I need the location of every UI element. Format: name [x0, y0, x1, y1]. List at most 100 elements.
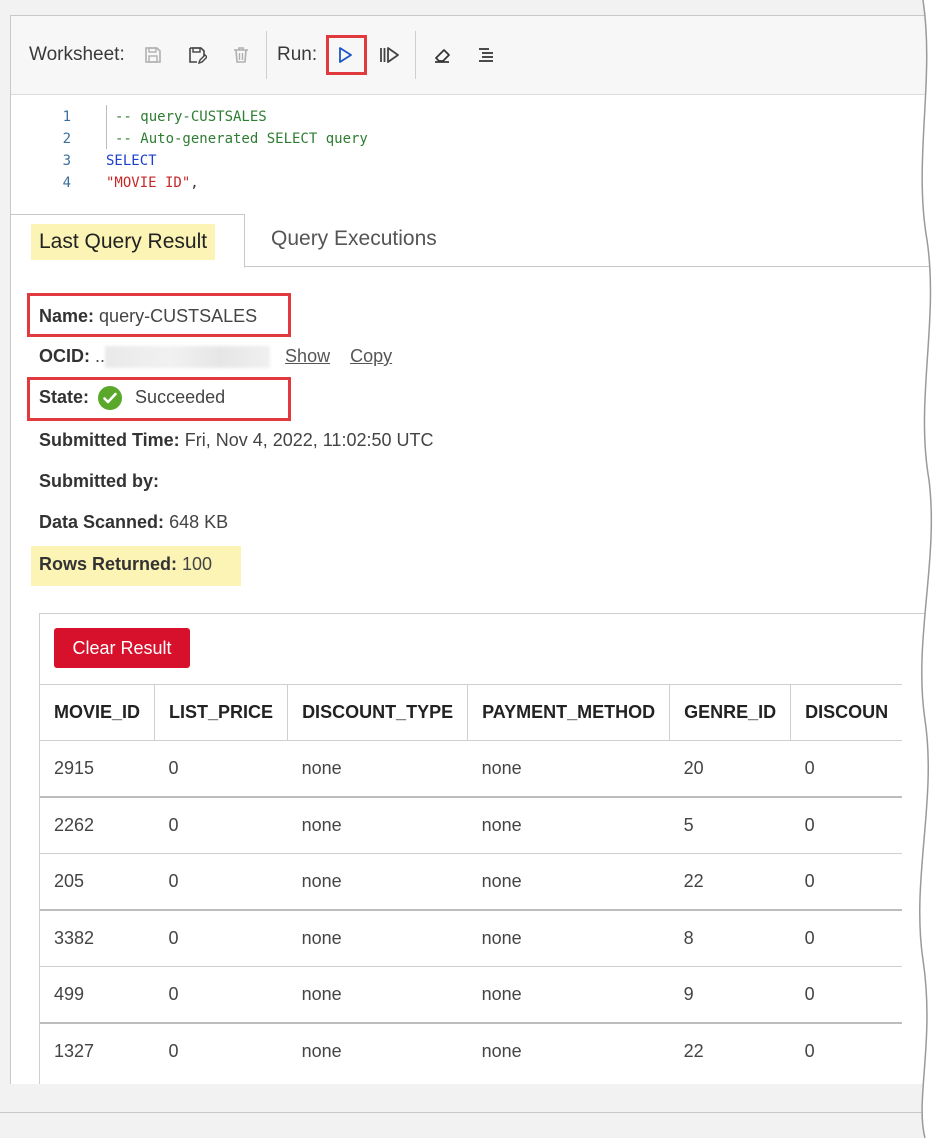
code-string: "MOVIE ID"	[106, 175, 191, 191]
line-number: 1	[62, 109, 71, 125]
tab-query-executions[interactable]: Query Executions	[271, 227, 437, 251]
detail-ocid: OCID: .. Show Copy	[39, 346, 392, 369]
table-cell: none	[287, 909, 468, 967]
detail-label: OCID:	[39, 346, 90, 366]
run-label: Run:	[277, 44, 318, 65]
table-cell: 0	[154, 966, 288, 1023]
detail-value: Fri, Nov 4, 2022, 11:02:50 UTC	[184, 430, 434, 450]
detail-label: State:	[39, 386, 90, 407]
worksheet-toolbar: Worksheet: Run:	[11, 16, 940, 95]
table-row: 205 0 none none 22 0	[40, 853, 903, 910]
table-row: 3382 0 none none 8 0	[40, 909, 903, 967]
table-row: 2262 0 none none 5 0	[40, 796, 903, 854]
table-cell: 0	[790, 966, 903, 1023]
toolbar-divider	[266, 31, 267, 79]
copy-ocid-link[interactable]: Copy	[350, 346, 392, 366]
result-tabs: Last Query Result Query Executions	[11, 214, 940, 268]
toolbar-divider	[415, 31, 416, 79]
table-cell: none	[467, 740, 670, 797]
page-divider	[0, 1112, 940, 1113]
detail-data-scanned: Data Scanned: 648 KB	[39, 512, 228, 533]
table-cell: 0	[154, 909, 288, 967]
clear-editor-icon[interactable]	[429, 42, 455, 68]
sql-editor[interactable]: 1 -- query-CUSTSALES 2 -- Auto-generated…	[11, 95, 940, 207]
table-cell: 3382	[40, 909, 155, 967]
result-panel: Clear Result MOVIE_ID LIST_PRICE DISCOUN…	[39, 613, 940, 1084]
detail-label: Data Scanned:	[39, 512, 165, 532]
table-row: 2915 0 none none 20 0	[40, 740, 903, 797]
run-icon[interactable]	[332, 42, 358, 68]
table-cell: 22	[669, 853, 791, 910]
format-icon[interactable]	[473, 42, 499, 68]
code-text: -- Auto-generated SELECT query	[115, 131, 368, 147]
table-cell: none	[467, 1022, 670, 1079]
torn-edge-decoration	[919, 0, 940, 1138]
table-cell: 0	[154, 796, 288, 854]
tab-label: Last Query Result	[31, 224, 216, 260]
table-cell: 0	[790, 740, 903, 797]
table-cell: 0	[154, 1022, 288, 1079]
delete-icon[interactable]	[228, 42, 254, 68]
detail-state: State: Succeeded	[39, 386, 225, 410]
table-cell: 0	[790, 909, 903, 967]
table-row: 499 0 none none 9 0	[40, 966, 903, 1023]
line-number: 2	[62, 131, 71, 147]
table-cell: none	[287, 966, 468, 1023]
column-header[interactable]: DISCOUN	[790, 684, 903, 741]
save-as-icon[interactable]	[184, 42, 210, 68]
code-text: "MOVIE ID",	[106, 175, 199, 191]
table-cell: 2915	[40, 740, 155, 797]
line-number: 3	[62, 153, 71, 169]
column-header[interactable]: LIST_PRICE	[154, 684, 289, 741]
table-header-row: MOVIE_ID LIST_PRICE DISCOUNT_TYPE PAYMEN…	[40, 684, 903, 741]
table-cell: none	[467, 909, 670, 967]
detail-label: Name:	[39, 306, 95, 326]
editor-indent-guide	[106, 105, 107, 149]
table-cell: 0	[790, 853, 903, 910]
table-cell: 1327	[40, 1022, 155, 1079]
detail-label: Submitted Time:	[39, 430, 180, 450]
column-header[interactable]: PAYMENT_METHOD	[467, 684, 671, 741]
clear-result-button[interactable]: Clear Result	[54, 628, 190, 668]
tab-last-query-result[interactable]: Last Query Result	[11, 214, 245, 268]
table-cell: none	[467, 853, 670, 910]
table-cell: 5	[669, 796, 791, 854]
detail-name: Name: query-CUSTSALES	[39, 306, 257, 327]
table-cell: 205	[40, 853, 155, 910]
table-cell: none	[287, 853, 468, 910]
code-punctuation: ,	[190, 175, 199, 191]
ocid-redacted	[105, 346, 271, 369]
worksheet-window: Worksheet: Run: 1 -- query-CUSTSALES 2 -…	[10, 15, 940, 1084]
table-cell: 8	[669, 909, 791, 967]
code-text: -- query-CUSTSALES	[115, 109, 267, 125]
table-cell: 0	[154, 853, 288, 910]
code-text: SELECT	[106, 153, 157, 169]
table-cell: 20	[669, 740, 791, 797]
save-icon[interactable]	[140, 42, 166, 68]
detail-value: query-CUSTSALES	[99, 306, 258, 326]
detail-submitted-by: Submitted by:	[39, 471, 159, 492]
ocid-prefix: ..	[95, 346, 106, 366]
success-check-icon	[98, 386, 123, 410]
table-cell: none	[287, 1022, 468, 1079]
detail-label: Submitted by:	[39, 471, 159, 491]
table-cell: 0	[154, 740, 288, 797]
column-header[interactable]: DISCOUNT_TYPE	[287, 684, 469, 741]
detail-value: 100	[182, 554, 213, 574]
table-cell: none	[287, 796, 468, 854]
show-ocid-link[interactable]: Show	[285, 346, 330, 366]
table-cell: 499	[40, 966, 155, 1023]
detail-rows-returned: Rows Returned: 100	[39, 554, 212, 575]
table-cell: none	[287, 740, 468, 797]
column-header[interactable]: MOVIE_ID	[40, 684, 156, 741]
detail-value: Succeeded	[135, 386, 226, 407]
result-table: MOVIE_ID LIST_PRICE DISCOUNT_TYPE PAYMEN…	[40, 684, 903, 1079]
table-row: 1327 0 none none 22 0	[40, 1022, 903, 1079]
table-cell: 2262	[40, 796, 155, 854]
detail-value: 648 KB	[169, 512, 229, 532]
table-cell: 0	[790, 1022, 903, 1079]
run-script-icon[interactable]	[376, 42, 402, 68]
table-cell: 9	[669, 966, 791, 1023]
column-header[interactable]: GENRE_ID	[669, 684, 792, 741]
table-cell: 22	[669, 1022, 791, 1079]
